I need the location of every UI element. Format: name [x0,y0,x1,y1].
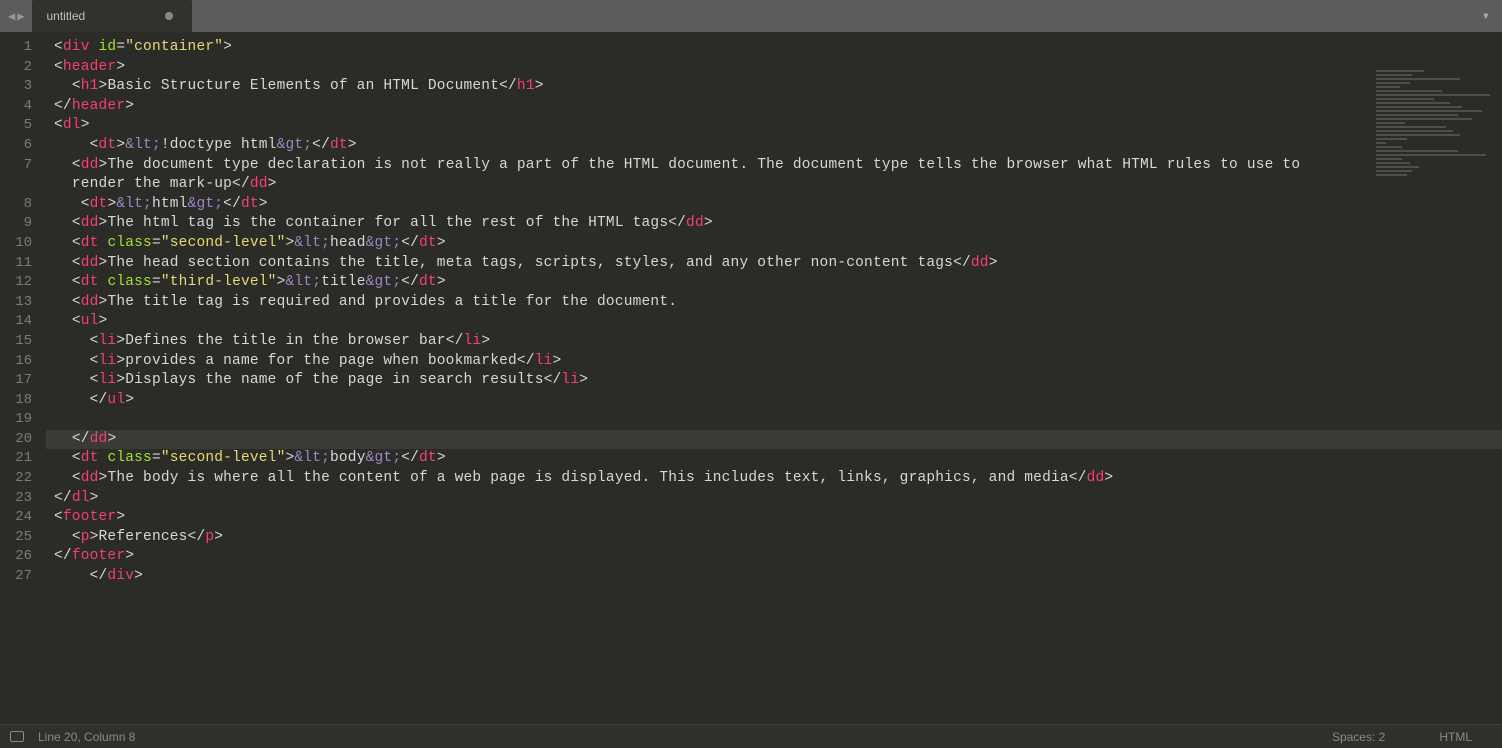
nav-prev-icon[interactable]: ◀ [8,9,15,24]
tab-title: untitled [46,9,85,23]
tab-overflow[interactable]: ▾ [1470,0,1502,32]
line-number-gutter: 1234567 89101112131415161718192021222324… [0,32,46,724]
code-text-area[interactable]: <div id="container"><header> <h1>Basic S… [46,32,1502,724]
file-tab[interactable]: untitled [32,0,192,32]
status-bar: Line 20, Column 8 Spaces: 2 HTML [0,724,1502,748]
syntax-mode[interactable]: HTML [1439,730,1472,744]
tab-nav-arrows: ◀ ▶ [0,0,32,32]
editor-area[interactable]: 1234567 89101112131415161718192021222324… [0,32,1502,724]
title-bar: ◀ ▶ untitled ▾ [0,0,1502,32]
indent-setting[interactable]: Spaces: 2 [1332,730,1385,744]
nav-next-icon[interactable]: ▶ [17,9,24,24]
chevron-down-icon: ▾ [1482,8,1490,25]
dirty-indicator-icon [165,12,173,20]
cursor-position[interactable]: Line 20, Column 8 [38,730,135,744]
panel-switcher-icon[interactable] [10,731,24,742]
